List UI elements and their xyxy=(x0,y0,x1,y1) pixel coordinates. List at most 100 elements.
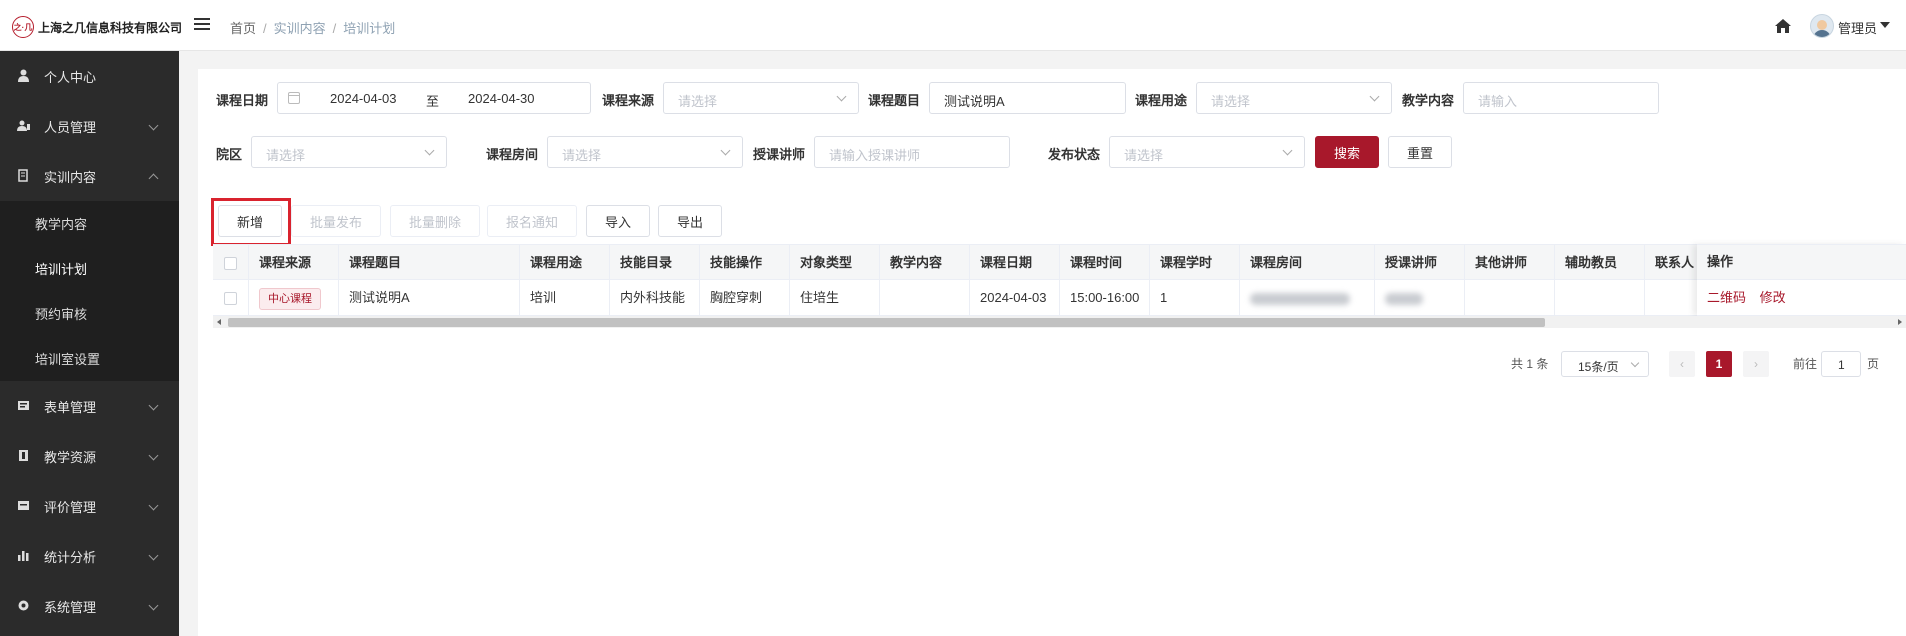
scrollbar-thumb[interactable] xyxy=(228,318,1545,327)
total-count: 共 1 条 xyxy=(1511,357,1549,371)
prev-page-button[interactable]: ‹ xyxy=(1669,351,1695,377)
page-size-select[interactable]: 15条/页 xyxy=(1561,351,1649,377)
col-header: 技能目录 xyxy=(610,245,700,281)
breadcrumb-section[interactable]: 实训内容 xyxy=(274,21,326,36)
breadcrumb-current: 培训计划 xyxy=(343,21,396,36)
col-header: 辅助教员 xyxy=(1555,245,1645,281)
chevron-down-icon xyxy=(148,120,159,131)
training-plan-table: 课程来源 课程题目 课程用途 技能目录 技能操作 对象类型 教学内容 课程日期 … xyxy=(213,244,1906,339)
users-icon xyxy=(17,120,30,131)
scroll-left-icon[interactable] xyxy=(217,319,221,325)
input-value: 测试说明A xyxy=(944,94,1005,109)
select-all-cell xyxy=(213,245,249,281)
sidebar-item-resources[interactable]: 教学资源 xyxy=(0,431,179,481)
next-page-button[interactable]: › xyxy=(1743,351,1769,377)
home-icon[interactable] xyxy=(1774,17,1792,35)
logo[interactable]: 之·几 上海之几信息科技有限公司 xyxy=(12,16,182,38)
cell-source: 中心课程 xyxy=(249,280,339,316)
table-row[interactable]: 中心课程 测试说明A 培训 内外科技能 胸腔穿刺 住培生 2024-04-03 … xyxy=(213,280,1906,316)
placeholder: 请选择 xyxy=(562,148,602,163)
search-button[interactable]: 搜索 xyxy=(1315,136,1379,168)
sidebar-item-training[interactable]: 实训内容 xyxy=(0,151,179,201)
cell-skill-dir: 内外科技能 xyxy=(610,280,700,316)
goto-page-input[interactable]: 1 xyxy=(1821,351,1861,377)
chevron-down-icon xyxy=(1282,145,1293,156)
room-label: 课程房间 xyxy=(486,147,539,162)
edit-link[interactable]: 修改 xyxy=(1760,290,1786,305)
chevron-down-icon xyxy=(148,600,159,611)
content-card: 课程日期 2024-04-03 至 2024-04-30 课程来源 请选择 课程… xyxy=(198,69,1906,636)
scroll-right-icon[interactable] xyxy=(1898,319,1902,325)
date-end: 2024-04-30 xyxy=(468,91,535,106)
chevron-down-icon xyxy=(148,400,159,411)
chevron-down-icon xyxy=(836,91,847,102)
sidebar-item-label: 统计分析 xyxy=(44,549,97,565)
breadcrumb-home[interactable]: 首页 xyxy=(230,21,256,36)
course-use-select[interactable]: 请选择 xyxy=(1196,82,1392,114)
sidebar-item-personal[interactable]: 个人中心 xyxy=(0,51,179,101)
lecturer-input[interactable]: 请输入授课讲师 xyxy=(814,136,1010,168)
course-use-label: 课程用途 xyxy=(1135,93,1188,108)
sidebar-item-label: 表单管理 xyxy=(44,399,97,415)
page-1-button[interactable]: 1 xyxy=(1706,351,1732,377)
col-header: 技能操作 xyxy=(700,245,790,281)
sidebar-item-label: 评价管理 xyxy=(44,499,97,515)
room-select[interactable]: 请选择 xyxy=(547,136,743,168)
cell-lecturer xyxy=(1375,280,1465,316)
col-header-ops: 操作 xyxy=(1697,244,1906,280)
sidebar-item-forms[interactable]: 表单管理 xyxy=(0,381,179,431)
col-header: 课程时间 xyxy=(1060,245,1150,281)
menu-toggle-icon[interactable] xyxy=(194,18,210,32)
sidebar-item-label: 教学资源 xyxy=(44,449,97,465)
sidebar-sub-booking-review[interactable]: 预约审核 xyxy=(0,291,179,336)
campus-select[interactable]: 请选择 xyxy=(251,136,447,168)
sidebar-sub-label: 培训室设置 xyxy=(35,352,101,367)
sidebar-sub-training-plan[interactable]: 培训计划 xyxy=(0,246,179,291)
export-button[interactable]: 导出 xyxy=(658,205,722,237)
publish-status-label: 发布状态 xyxy=(1048,147,1101,162)
signup-notice-button[interactable]: 报名通知 xyxy=(487,205,577,237)
publish-status-select[interactable]: 请选择 xyxy=(1109,136,1305,168)
course-source-label: 课程来源 xyxy=(602,93,655,108)
sidebar-sub-label: 预约审核 xyxy=(35,307,88,322)
caret-down-icon[interactable] xyxy=(1880,22,1890,28)
book-icon xyxy=(18,169,28,182)
select-all-checkbox[interactable] xyxy=(224,257,237,270)
qrcode-link[interactable]: 二维码 xyxy=(1707,290,1746,305)
col-header: 课程房间 xyxy=(1240,245,1375,281)
course-date-range[interactable]: 2024-04-03 至 2024-04-30 xyxy=(277,82,591,114)
course-title-input[interactable]: 测试说明A xyxy=(929,82,1126,114)
avatar[interactable] xyxy=(1810,14,1834,38)
horizontal-scrollbar[interactable] xyxy=(213,316,1906,328)
sidebar-item-users[interactable]: 人员管理 xyxy=(0,101,179,151)
form-icon xyxy=(18,401,29,410)
company-name: 上海之几信息科技有限公司 xyxy=(38,20,183,35)
reset-button[interactable]: 重置 xyxy=(1388,136,1452,168)
sidebar-sub-room-settings[interactable]: 培训室设置 xyxy=(0,336,179,381)
placeholder: 请选择 xyxy=(678,94,718,109)
resource-icon xyxy=(19,450,28,461)
import-button[interactable]: 导入 xyxy=(586,205,650,237)
chevron-down-icon xyxy=(720,145,731,156)
cell-assistant xyxy=(1555,280,1645,316)
goto-value: 1 xyxy=(1838,358,1845,372)
teaching-content-input[interactable]: 请输入 xyxy=(1463,82,1659,114)
batch-delete-button[interactable]: 批量删除 xyxy=(390,205,480,237)
batch-publish-button[interactable]: 批量发布 xyxy=(291,205,381,237)
row-checkbox[interactable] xyxy=(224,292,237,305)
sidebar-item-statistics[interactable]: 统计分析 xyxy=(0,531,179,581)
redacted-room xyxy=(1250,292,1350,305)
course-source-select[interactable]: 请选择 xyxy=(663,82,859,114)
chevron-down-icon xyxy=(148,550,159,561)
sidebar-sub-teaching-content[interactable]: 教学内容 xyxy=(0,201,179,246)
placeholder: 请输入授课讲师 xyxy=(829,148,921,163)
chevron-up-icon xyxy=(148,173,159,184)
user-name[interactable]: 管理员 xyxy=(1838,18,1877,37)
cell-time: 15:00-16:00 xyxy=(1060,280,1150,316)
sidebar-item-evaluation[interactable]: 评价管理 xyxy=(0,481,179,531)
add-button-highlight xyxy=(211,198,291,246)
row-select-cell xyxy=(213,280,249,316)
col-header: 课程来源 xyxy=(249,245,339,281)
sidebar-item-system[interactable]: 系统管理 xyxy=(0,581,179,631)
placeholder: 请选择 xyxy=(1211,94,1251,109)
